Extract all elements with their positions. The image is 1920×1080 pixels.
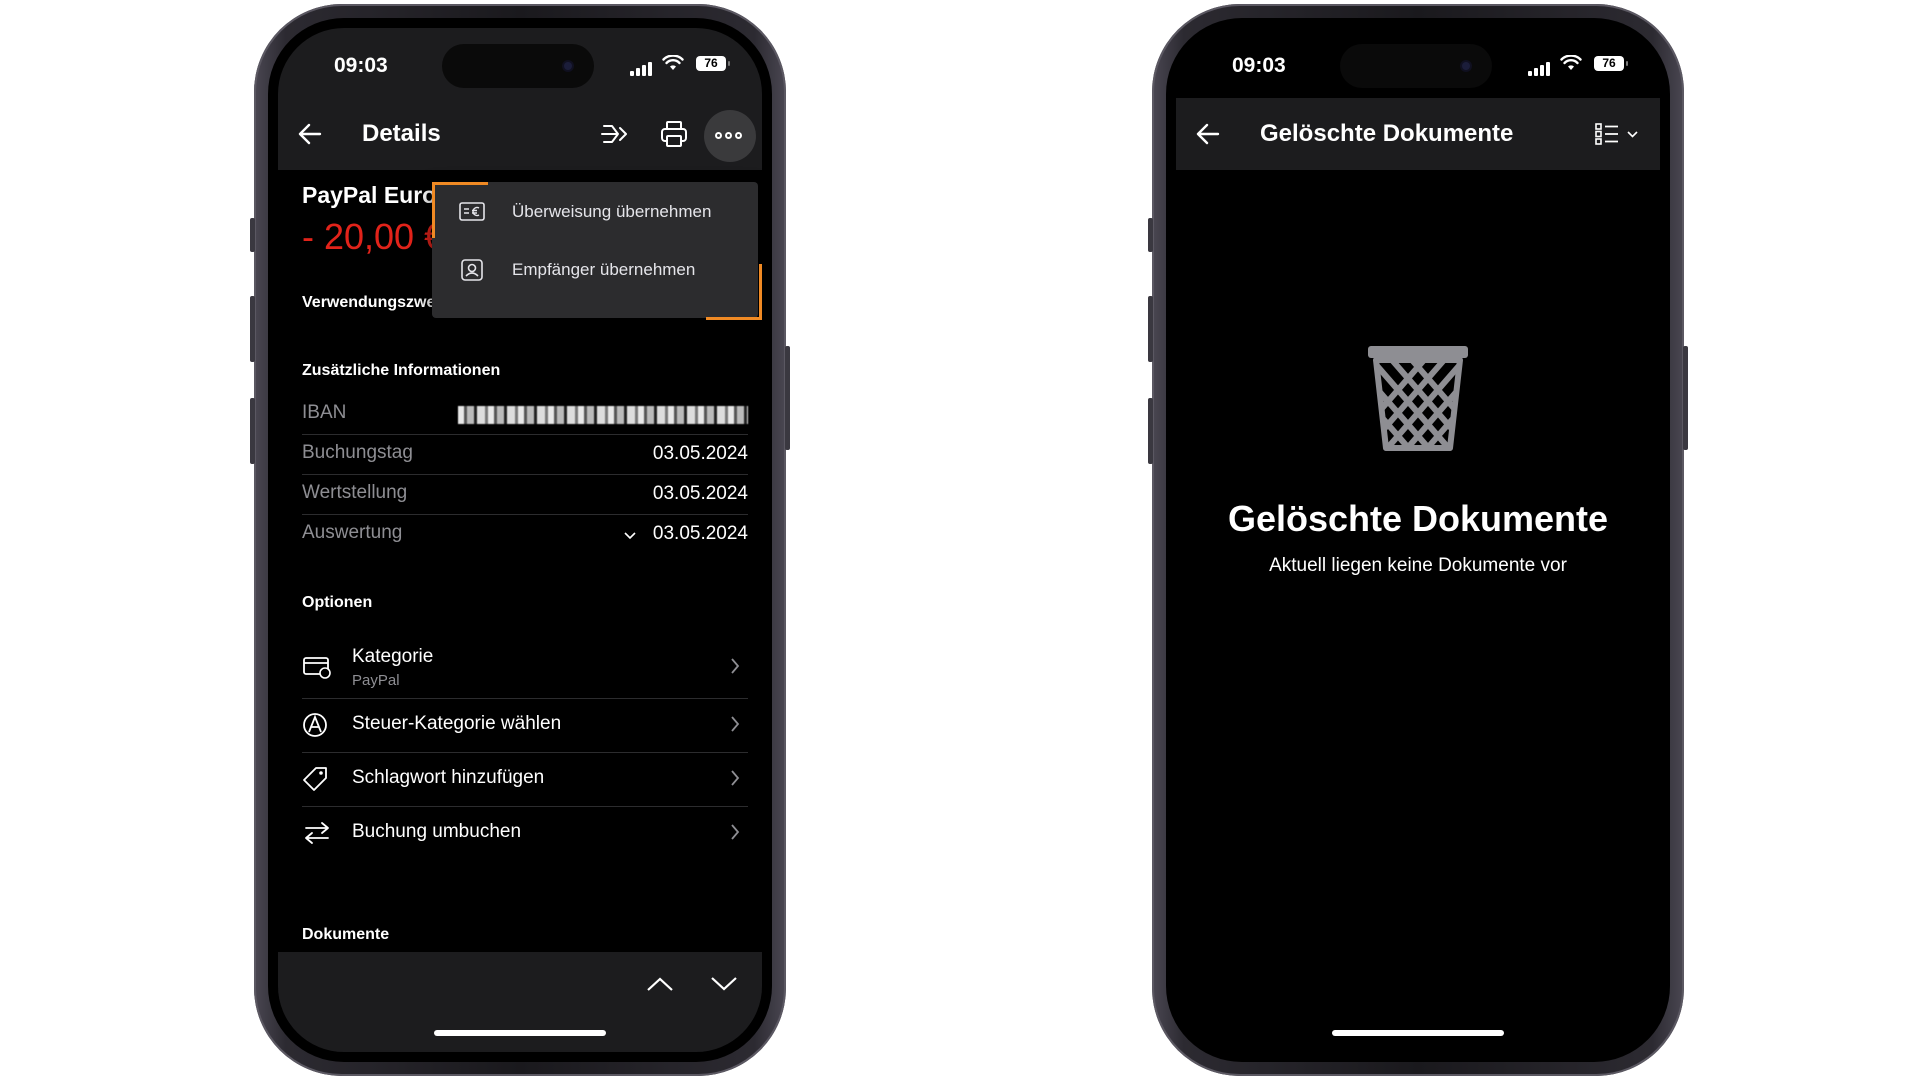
info-key: IBAN (302, 402, 347, 423)
home-indicator[interactable] (1332, 1030, 1504, 1036)
status-time: 09:03 (334, 54, 388, 77)
category-card-icon (303, 657, 331, 679)
info-value: 03.05.2024 (652, 483, 748, 504)
share-icon[interactable] (598, 118, 630, 150)
status-bar: 09:03 76 (278, 28, 762, 88)
dynamic-island (442, 44, 594, 88)
highlight-corner (432, 182, 435, 238)
option-sublabel: PayPal (352, 672, 400, 689)
volume-up-button (250, 296, 255, 362)
page-title: Details (362, 120, 441, 147)
highlight-corner (706, 317, 762, 320)
option-category[interactable]: Kategorie PayPal (302, 634, 748, 699)
empty-state-text: Aktuell liegen keine Dokumente vor (1269, 555, 1567, 576)
home-indicator[interactable] (434, 1030, 606, 1036)
bezel: 09:03 76 Gelöschte Dokumente Gelöschte D… (1166, 18, 1670, 1062)
iban-redacted (458, 406, 748, 424)
chevron-right-icon (731, 824, 740, 840)
print-icon[interactable] (658, 118, 690, 150)
trash-basket-icon (1368, 346, 1468, 451)
volume-down-button (250, 398, 255, 464)
bottom-nav-bar (278, 952, 762, 1052)
info-key: Buchungstag (302, 442, 413, 463)
action-button (250, 218, 255, 252)
app-bar: Details (278, 98, 762, 170)
side-button (785, 346, 790, 450)
info-row-iban: IBAN (302, 394, 748, 435)
chevron-right-icon (731, 770, 740, 786)
info-value: 03.05.2024 (652, 443, 748, 464)
option-tax-category[interactable]: Steuer-Kategorie wählen (302, 698, 748, 753)
status-bar: 09:03 76 (1176, 28, 1660, 88)
volume-up-button (1148, 296, 1153, 362)
back-arrow-icon[interactable] (296, 120, 324, 148)
status-time: 09:03 (1232, 54, 1286, 77)
chevron-right-icon (731, 658, 740, 674)
volume-down-button (1148, 398, 1153, 464)
camera-icon (1462, 62, 1470, 70)
back-arrow-icon[interactable] (1194, 120, 1222, 148)
signal-icon (1528, 58, 1552, 76)
info-value: 03.05.2024 (652, 523, 748, 544)
info-key: Wertstellung (302, 482, 408, 503)
more-dots-icon (715, 132, 742, 139)
info-row-value-date: Wertstellung 03.05.2024 (302, 474, 748, 515)
options-heading: Optionen (302, 594, 373, 611)
tag-icon (303, 767, 327, 791)
option-rebook[interactable]: Buchung umbuchen (302, 806, 748, 860)
tax-category-icon (303, 713, 327, 737)
menu-item-copy-transfer[interactable]: Überweisung übernehmen (432, 182, 758, 240)
signal-icon (630, 58, 654, 76)
phone-left: 09:03 76 Details PayPal Euro - 20,00 € V… (250, 4, 790, 1076)
chevron-down-icon (624, 532, 636, 540)
option-label: Schlagwort hinzufügen (352, 767, 545, 788)
battery-icon: 76 (696, 56, 730, 71)
transaction-amount: - 20,00 € (302, 216, 445, 257)
info-key: Auswertung (302, 522, 403, 543)
purpose-heading[interactable]: Verwendungszweck (302, 294, 453, 312)
menu-item-label: Empfänger übernehmen (512, 260, 696, 279)
option-add-tag[interactable]: Schlagwort hinzufügen (302, 752, 748, 807)
option-label: Buchung umbuchen (352, 821, 522, 842)
highlight-corner (759, 264, 762, 320)
menu-item-copy-recipient[interactable]: Empfänger übernehmen (432, 240, 758, 298)
side-button (1683, 346, 1688, 450)
app-bar: Gelöschte Dokumente (1176, 98, 1660, 170)
dynamic-island (1340, 44, 1492, 88)
more-options-button[interactable] (704, 110, 756, 162)
empty-state-title: Gelöschte Dokumente (1227, 498, 1609, 539)
transfer-arrows-icon (305, 822, 329, 844)
screen-details: 09:03 76 Details PayPal Euro - 20,00 € V… (278, 28, 762, 1052)
page-title: Gelöschte Dokumente (1260, 120, 1514, 147)
info-row-evaluation[interactable]: Auswertung 03.05.2024 (302, 514, 748, 554)
transfer-euro-icon (459, 202, 485, 221)
documents-heading: Dokumente (302, 926, 390, 943)
phone-right: 09:03 76 Gelöschte Dokumente Gelöschte D… (1148, 4, 1688, 1076)
additional-info-heading: Zusätzliche Informationen (302, 362, 501, 379)
battery-icon: 76 (1594, 56, 1628, 71)
chevron-down-icon[interactable] (710, 976, 738, 992)
menu-item-label: Überweisung übernehmen (512, 202, 712, 221)
info-row-booking-date: Buchungstag 03.05.2024 (302, 434, 748, 475)
option-label: Steuer-Kategorie wählen (352, 713, 562, 734)
chevron-up-icon[interactable] (646, 976, 674, 992)
chevron-right-icon (731, 716, 740, 732)
wifi-icon (1560, 55, 1582, 70)
camera-icon (564, 62, 572, 70)
contact-card-icon (461, 259, 483, 281)
list-view-icon[interactable] (1592, 120, 1644, 148)
wifi-icon (662, 55, 684, 70)
overflow-menu: Überweisung übernehmen Empfänger überneh… (432, 182, 762, 320)
option-label: Kategorie (352, 646, 434, 667)
action-button (1148, 218, 1153, 252)
payee-name: PayPal Euro (302, 182, 437, 208)
highlight-corner (432, 182, 488, 185)
screen-deleted-documents: 09:03 76 Gelöschte Dokumente Gelöschte D… (1176, 28, 1660, 1052)
bezel: 09:03 76 Details PayPal Euro - 20,00 € V… (268, 18, 772, 1062)
